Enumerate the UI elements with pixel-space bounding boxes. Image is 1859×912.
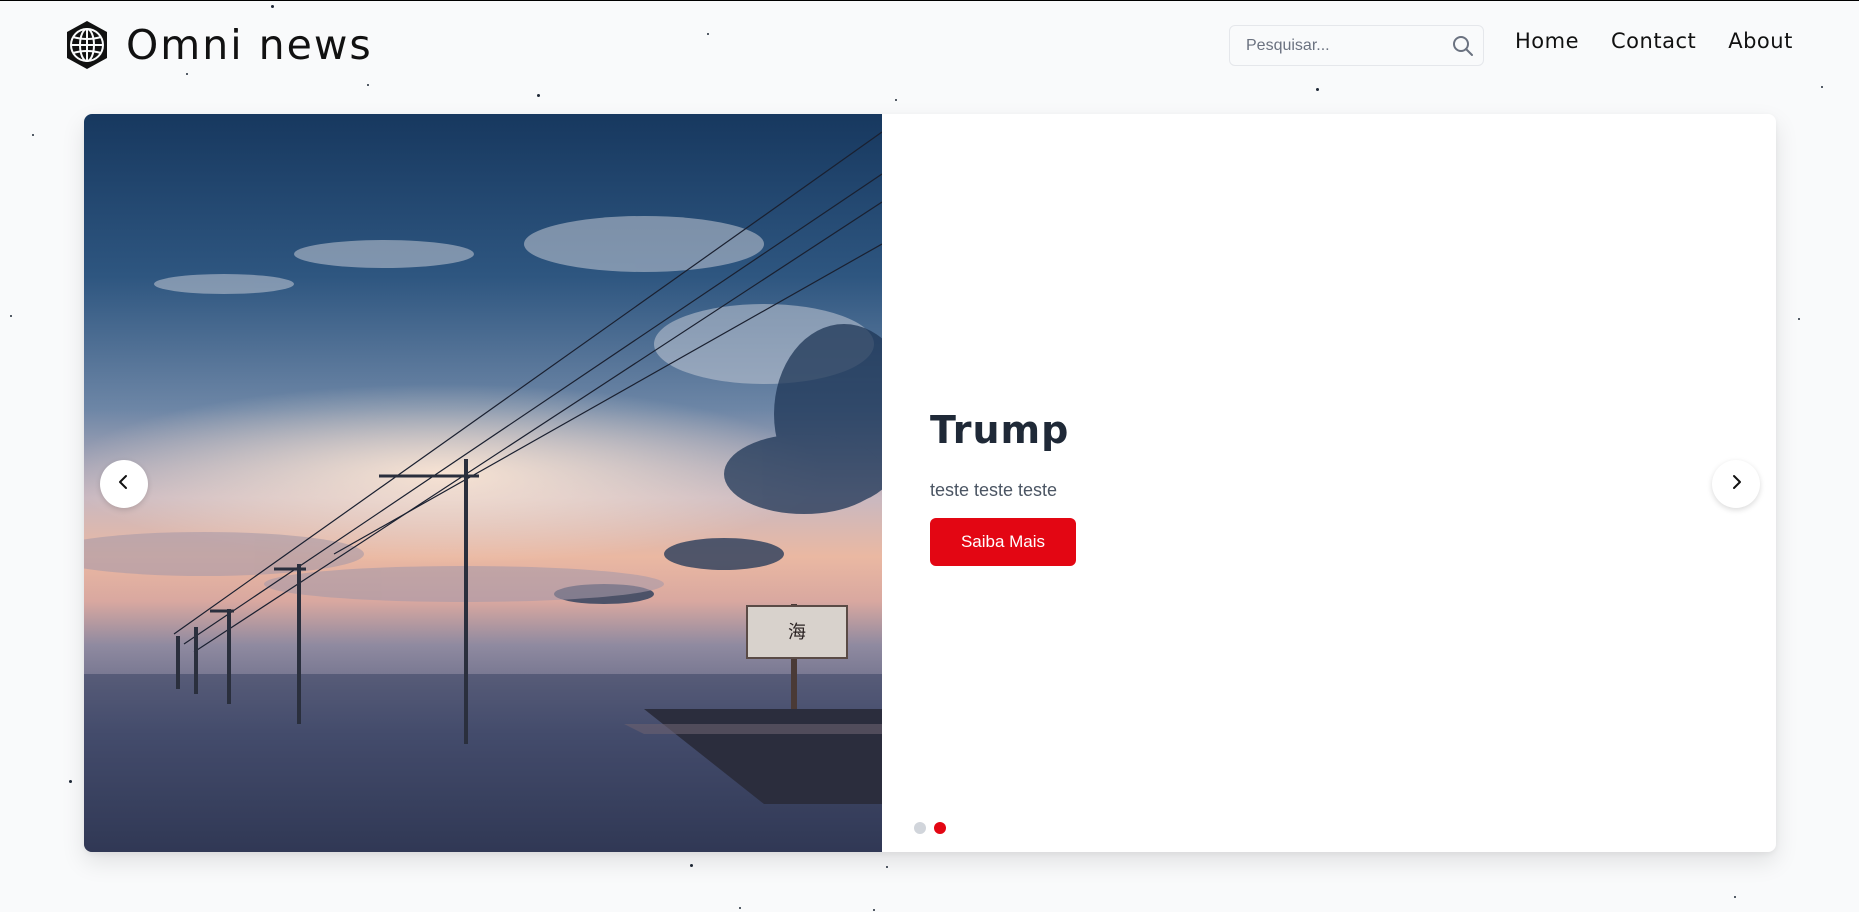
- slide-content: Trump teste teste teste Saiba Mais: [930, 401, 1730, 566]
- search-box: [1229, 25, 1484, 66]
- site-header: Omni news Home Contact About: [0, 1, 1859, 89]
- carousel-next-button[interactable]: [1712, 460, 1760, 508]
- main-nav: Home Contact About: [1515, 29, 1793, 53]
- slide-title: Trump: [930, 408, 1070, 452]
- read-more-button[interactable]: Saiba Mais: [930, 518, 1076, 566]
- chevron-left-icon: [115, 473, 133, 495]
- news-carousel: 海 Trump teste teste teste Saiba Mais: [84, 114, 1776, 852]
- carousel-indicator-2[interactable]: [934, 822, 946, 834]
- carousel-prev-button[interactable]: [100, 460, 148, 508]
- carousel-indicators: [914, 822, 946, 834]
- svg-text:海: 海: [788, 622, 806, 643]
- slide-image: 海: [84, 114, 882, 852]
- nav-home-link[interactable]: Home: [1515, 29, 1579, 53]
- search-icon[interactable]: [1451, 34, 1475, 58]
- slide-description: teste teste teste: [930, 480, 1058, 500]
- search-input[interactable]: [1230, 26, 1456, 65]
- nav-contact-link[interactable]: Contact: [1611, 29, 1696, 53]
- nav-about-link[interactable]: About: [1728, 29, 1793, 53]
- chevron-right-icon: [1727, 473, 1745, 495]
- carousel-indicator-1[interactable]: [914, 822, 926, 834]
- logo[interactable]: Omni news: [64, 19, 373, 71]
- logo-text: Omni news: [126, 21, 373, 69]
- globe-icon: [64, 19, 110, 71]
